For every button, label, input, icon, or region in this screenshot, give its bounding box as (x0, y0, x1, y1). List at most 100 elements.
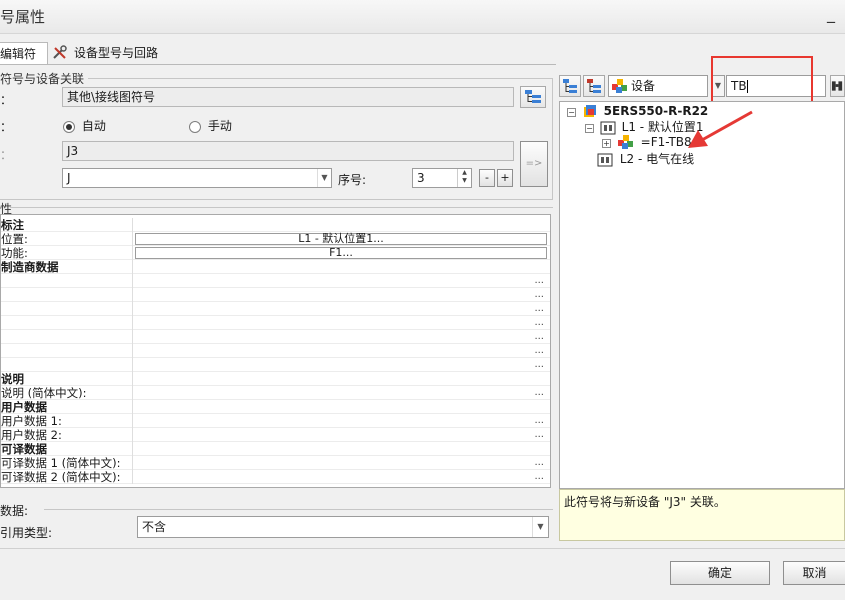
radio-manual-label: 手动 (207, 119, 232, 133)
property-label: 功能: (1, 246, 28, 260)
property-value-cell[interactable]: ... (132, 358, 548, 372)
property-value-cell[interactable]: ... (132, 302, 548, 316)
radio-auto-indicator (63, 120, 75, 133)
property-value-cell[interactable]: ... (132, 414, 548, 428)
property-value-cell[interactable]: ... (132, 470, 548, 484)
radio-manual[interactable]: 手动 (189, 117, 232, 134)
property-label: 标注 (1, 218, 24, 232)
property-label: 用户数据 2: (1, 428, 62, 442)
property-value-cell[interactable]: ... (132, 316, 548, 330)
ellipsis-button[interactable]: ... (534, 386, 544, 400)
tree-device-tb8[interactable]: + =F1-TB8 (602, 134, 692, 150)
property-value-cell[interactable]: ... (132, 428, 548, 442)
minimize-icon[interactable]: _ (827, 4, 835, 23)
ellipsis-button[interactable]: ... (534, 470, 544, 484)
expand-icon[interactable]: + (602, 138, 611, 148)
property-row[interactable]: 位置: L1 - 默认位置1... (1, 232, 550, 246)
tools-icon (52, 45, 68, 61)
property-value-box[interactable]: F1... (135, 247, 547, 259)
property-value-cell[interactable]: ... (132, 456, 548, 470)
collapse-icon[interactable]: − (567, 107, 576, 117)
ellipsis-button[interactable]: ... (534, 456, 544, 470)
property-value-cell (132, 372, 548, 386)
data-divider (44, 509, 553, 510)
filter-value: 设备 (631, 79, 656, 93)
tab-device-model-circuit[interactable]: 设备型号与回路 (52, 42, 172, 64)
ellipsis-button[interactable]: ... (534, 330, 544, 344)
property-row[interactable]: ... (1, 358, 550, 372)
device-cubes-icon (612, 79, 627, 93)
radio-auto[interactable]: 自动 (63, 117, 106, 134)
property-label: 可译数据 (1, 442, 47, 456)
tree-expand-button[interactable] (559, 75, 581, 97)
property-value-cell[interactable]: ... (132, 288, 548, 302)
device-name-field: J3 (62, 141, 514, 161)
property-row[interactable]: 用户数据 2:... (1, 428, 550, 442)
filter-combobox[interactable]: 设备 (608, 75, 708, 97)
property-value-cell[interactable]: ... (132, 330, 548, 344)
property-row[interactable]: ... (1, 288, 550, 302)
property-category-row: 用户数据 (1, 400, 550, 414)
properties-grid: 标注 位置: L1 - 默认位置1... 功能: F1... 制造商数据.........… (0, 214, 551, 488)
increment-button[interactable]: + (497, 169, 513, 187)
ellipsis-button[interactable]: ... (534, 288, 544, 302)
chevron-down-icon[interactable]: ▼ (532, 517, 548, 537)
device-label: ： (0, 148, 13, 162)
property-label: 说明 (1, 372, 24, 386)
property-label (1, 288, 132, 302)
ellipsis-button[interactable]: ... (534, 274, 544, 288)
ellipsis-button[interactable]: ... (534, 414, 544, 428)
reference-type-combobox[interactable]: 不含 ▼ (137, 516, 549, 538)
property-label (1, 330, 132, 344)
tab-edit-symbol[interactable]: 编辑符号 (0, 42, 48, 83)
property-label (1, 274, 132, 288)
property-category-row: 可译数据 (1, 442, 550, 456)
ellipsis-button[interactable]: ... (534, 302, 544, 316)
property-label: 可译数据 2 (简体中文): (1, 470, 121, 484)
collapse-icon[interactable]: − (585, 124, 594, 133)
project-icon (583, 105, 596, 117)
property-row[interactable]: 功能: F1... (1, 246, 550, 260)
property-row[interactable]: 可译数据 2 (简体中文):... (1, 470, 550, 484)
tab-device-model-label: 设备型号与回路 (74, 46, 159, 60)
property-row[interactable]: ... (1, 316, 550, 330)
ellipsis-button[interactable]: ... (534, 344, 544, 358)
property-row[interactable]: 说明 (简体中文):... (1, 386, 550, 400)
ok-label: 确定 (707, 566, 732, 580)
property-row[interactable]: ... (1, 330, 550, 344)
assignment-label: ： (0, 120, 13, 134)
property-value-cell[interactable]: ... (132, 386, 548, 400)
assign-button[interactable]: => (520, 141, 548, 187)
prefix-combobox[interactable]: J ▼ (62, 168, 332, 188)
ellipsis-button[interactable]: ... (534, 428, 544, 442)
property-value-cell[interactable]: L1 - 默认位置1... (132, 232, 548, 246)
device-cubes-icon (617, 135, 633, 149)
property-value-cell[interactable]: ... (132, 344, 548, 358)
decrement-button[interactable]: - (479, 169, 495, 187)
property-label: 制造商数据 (1, 260, 59, 274)
property-row[interactable]: ... (1, 302, 550, 316)
property-row[interactable]: ... (1, 344, 550, 358)
find-button[interactable] (830, 75, 845, 97)
properties-divider (10, 207, 553, 208)
ellipsis-button[interactable]: ... (534, 316, 544, 330)
radio-auto-label: 自动 (81, 119, 106, 133)
property-value-box[interactable]: L1 - 默认位置1... (135, 233, 547, 245)
spin-arrows-icon[interactable]: ▲ ▼ (457, 169, 471, 187)
tree-view-button[interactable] (520, 86, 546, 108)
property-row[interactable]: ... (1, 274, 550, 288)
property-row[interactable]: 可译数据 1 (简体中文):... (1, 456, 550, 470)
property-row[interactable]: 用户数据 1:... (1, 414, 550, 428)
tree-icon (525, 90, 541, 103)
property-value-cell (132, 218, 548, 232)
property-value-cell[interactable]: ... (132, 274, 548, 288)
cancel-button[interactable]: 取消 (783, 561, 845, 585)
sequence-spinner[interactable]: 3 ▲ ▼ (412, 168, 472, 188)
chevron-down-icon[interactable]: ▼ (317, 169, 331, 187)
ellipsis-button[interactable]: ... (534, 358, 544, 372)
tree-collapse-button[interactable] (583, 75, 605, 97)
property-label (1, 344, 132, 358)
property-value-cell[interactable]: F1... (132, 246, 548, 260)
annotation-arrow (688, 110, 753, 148)
ok-button[interactable]: 确定 (670, 561, 770, 585)
